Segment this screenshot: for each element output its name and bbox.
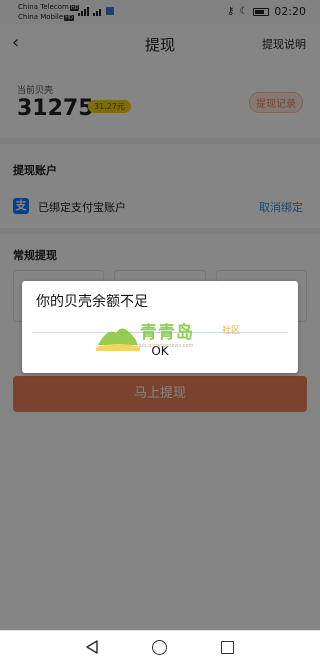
watermark-title: 青青岛 <box>140 323 194 343</box>
watermark: 青青岛 社区 club.qingdaonews.com <box>96 315 256 365</box>
nav-home-icon[interactable] <box>152 640 167 655</box>
watermark-subtitle: 社区 <box>222 326 241 336</box>
watermark-url: club.qingdaonews.com <box>136 343 194 349</box>
nav-back-icon[interactable] <box>85 640 99 654</box>
nav-recent-apps-icon[interactable] <box>221 641 234 654</box>
system-nav-bar <box>0 630 320 664</box>
watermark-logo-icon <box>96 328 140 351</box>
dialog-message: 你的贝壳余额不足 <box>36 294 148 310</box>
